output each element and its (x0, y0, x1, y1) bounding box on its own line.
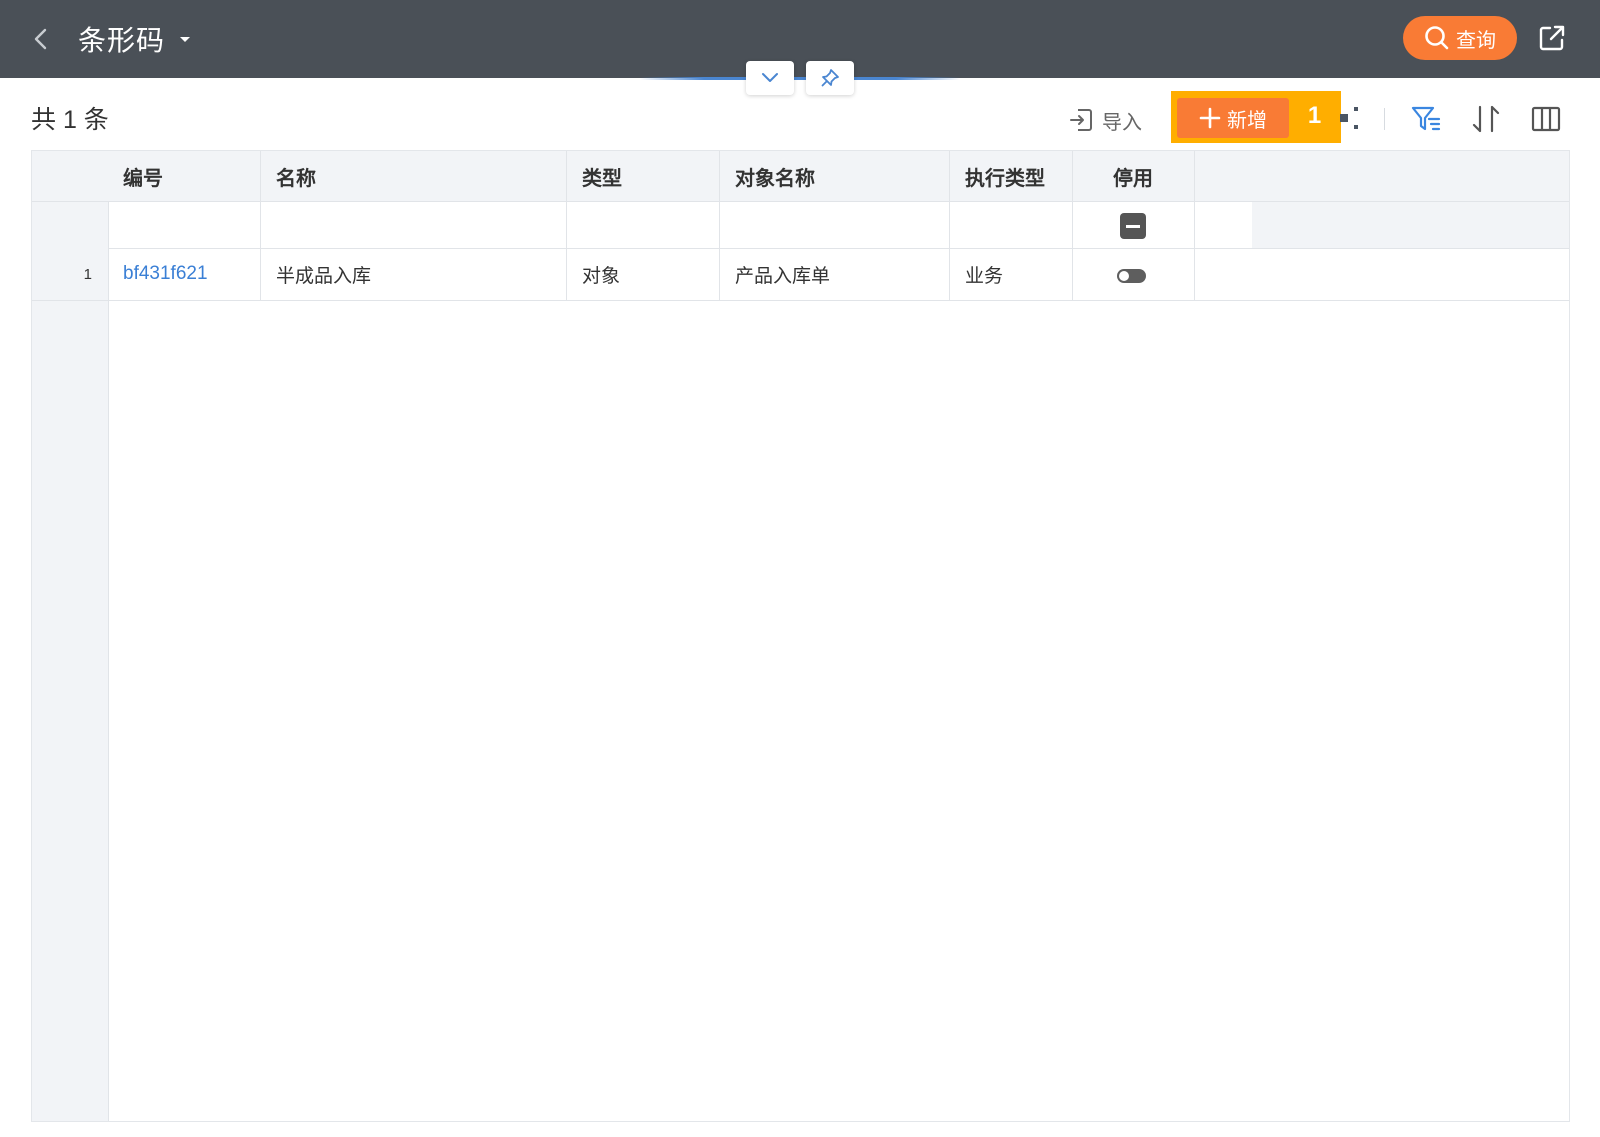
step-badge: 1 (1307, 102, 1322, 129)
query-button[interactable]: 查询 (1403, 16, 1517, 60)
chevron-down-icon (762, 73, 778, 82)
column-header-disabled[interactable]: 停用 (1113, 151, 1153, 201)
share-icon[interactable] (1536, 22, 1568, 54)
column-header-type[interactable]: 类型 (582, 151, 622, 201)
record-count: 共 1 条 (31, 106, 109, 134)
row-number: 1 (83, 265, 92, 283)
table-row[interactable]: 1 bf431f621 半成品入库 对象 产品入库单 业务 (32, 248, 1569, 301)
type-cell: 对象 (582, 265, 621, 287)
toggle-knob (1119, 271, 1129, 281)
column-header-object-name[interactable]: 对象名称 (735, 151, 815, 201)
import-button[interactable]: 导入 (1068, 104, 1142, 136)
disabled-filter-checkbox[interactable] (1120, 213, 1146, 239)
toolbar-divider (1384, 108, 1385, 130)
app-header: 条形码 查询 (0, 0, 1600, 78)
header-left: 条形码 (30, 14, 193, 64)
import-label: 导入 (1102, 111, 1142, 134)
disabled-toggle[interactable] (1117, 269, 1146, 283)
more-icon[interactable] (1340, 106, 1362, 130)
query-label: 查询 (1456, 29, 1496, 52)
data-table: 编号 名称 类型 对象名称 执行类型 停用 1 bf431f621 半成品入库 … (31, 150, 1570, 1122)
back-icon[interactable] (30, 27, 54, 51)
collapse-button[interactable] (746, 61, 794, 95)
pin-icon (821, 69, 839, 87)
filter-row (109, 202, 1569, 249)
column-header-exec-type[interactable]: 执行类型 (965, 151, 1045, 201)
sort-icon[interactable] (1470, 103, 1502, 135)
caret-down-icon[interactable] (177, 31, 193, 47)
add-button[interactable]: 新增 (1177, 98, 1289, 138)
import-icon (1070, 109, 1092, 131)
column-header-name[interactable]: 名称 (276, 151, 316, 201)
page-title[interactable]: 条形码 (78, 19, 165, 59)
filter-row-tail (1252, 202, 1569, 248)
add-label: 新增 (1227, 109, 1267, 132)
filter-icon[interactable] (1410, 103, 1442, 135)
columns-icon[interactable] (1530, 103, 1562, 135)
column-header-code[interactable]: 编号 (123, 151, 163, 201)
exec-type-cell: 业务 (965, 265, 1004, 287)
name-cell: 半成品入库 (276, 265, 372, 287)
tab-underline (640, 77, 960, 80)
pin-button[interactable] (806, 61, 854, 95)
search-icon (1425, 26, 1449, 50)
code-link[interactable]: bf431f621 (123, 248, 208, 300)
object-name-cell: 产品入库单 (735, 265, 831, 287)
plus-icon (1199, 107, 1221, 129)
